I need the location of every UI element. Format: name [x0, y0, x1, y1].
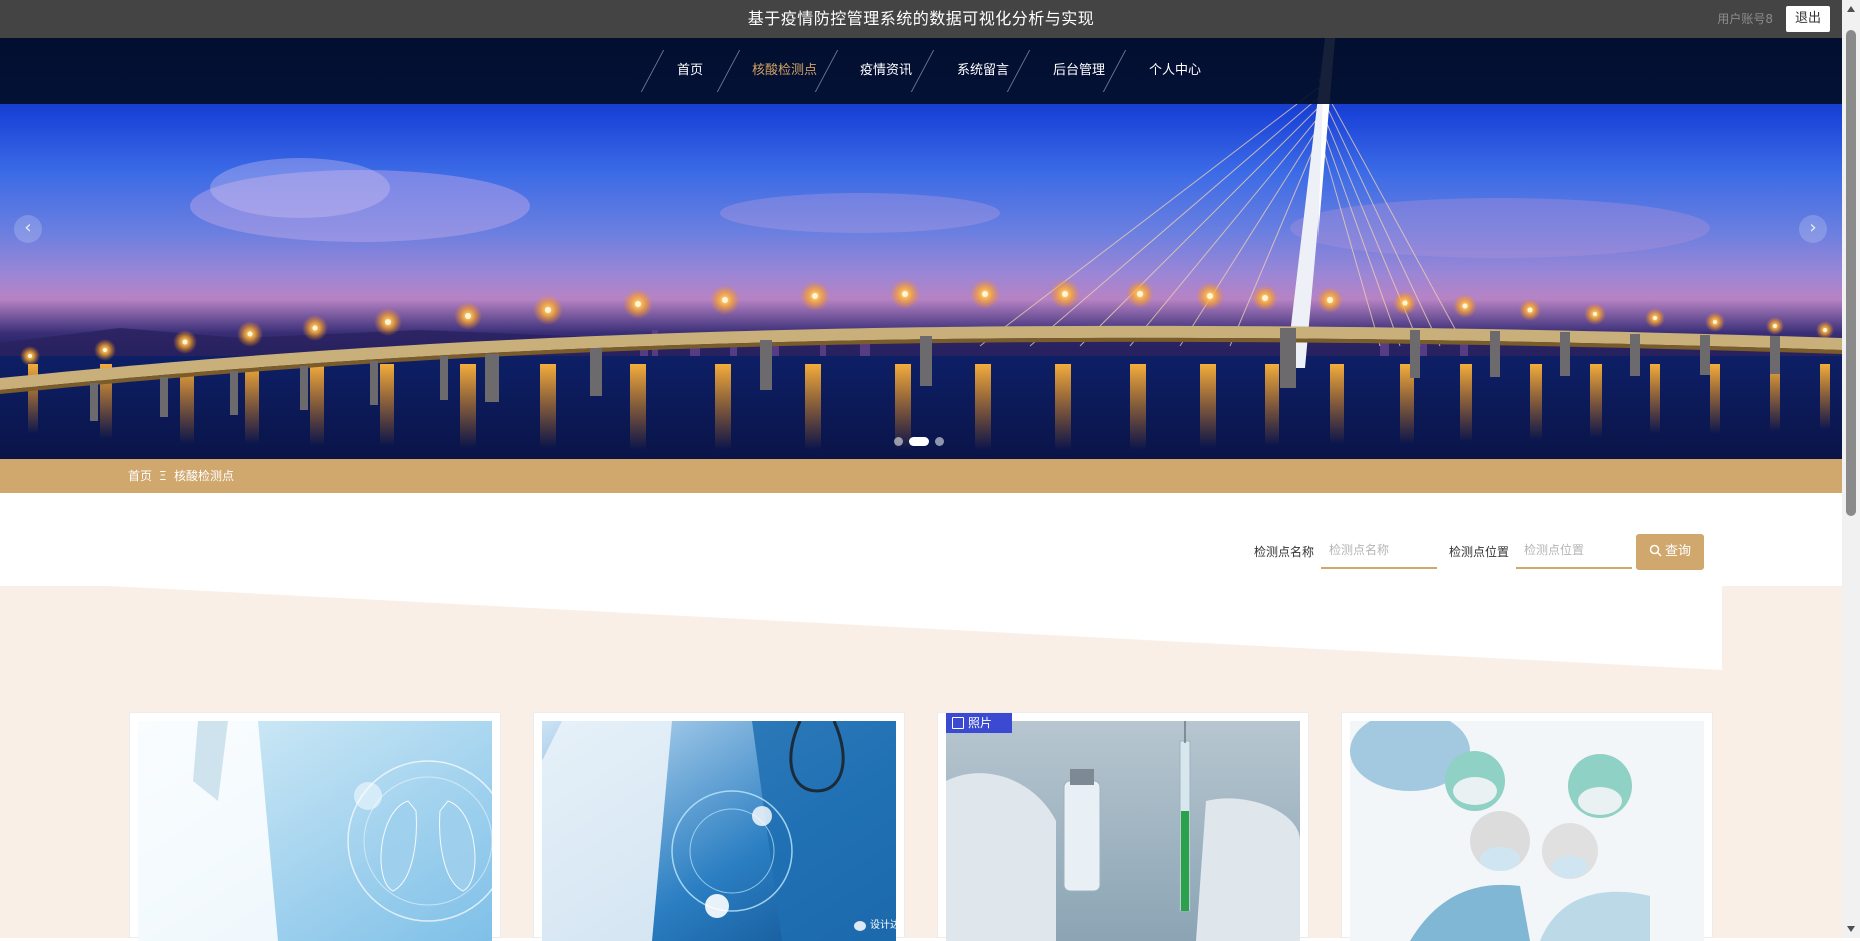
nav-item-messages[interactable]: 系统留言 — [957, 38, 1009, 104]
test-site-name-label: 检测点名称 — [1254, 545, 1315, 559]
image-icon — [952, 717, 964, 729]
carousel-prev-button[interactable]: ‹ — [14, 215, 42, 243]
card-image — [946, 721, 1300, 941]
search-icon — [1649, 544, 1662, 557]
card-image — [138, 721, 492, 941]
card-watermark: 设计达 — [870, 920, 900, 931]
logout-button[interactable]: 退出 — [1786, 6, 1830, 32]
nav-item-epidemic-news[interactable]: 疫情资讯 — [860, 38, 912, 104]
carousel-dot-active[interactable] — [909, 437, 929, 446]
test-site-location-label: 检测点位置 — [1449, 545, 1510, 559]
test-site-location-input[interactable] — [1516, 533, 1632, 569]
site-title: 基于疫情防控管理系统的数据可视化分析与实现 — [747, 9, 1095, 28]
breadcrumb-separator: Ξ — [159, 469, 167, 483]
nav-separator — [814, 50, 839, 92]
nav-separator — [1006, 50, 1031, 92]
scroll-thumb[interactable] — [1846, 30, 1856, 516]
test-site-card[interactable] — [129, 712, 501, 941]
test-site-card[interactable]: 设计达 — [533, 712, 905, 941]
breadcrumb-current: 核酸检测点 — [174, 469, 235, 483]
top-title-bar: 基于疫情防控管理系统的数据可视化分析与实现 用户账号8 退出 — [0, 0, 1842, 38]
doctor-digital-health-photo — [542, 721, 896, 941]
photo-tag-label: 照片 — [968, 716, 993, 730]
test-site-card[interactable]: 照片 — [937, 712, 1309, 941]
nav-separator — [1102, 50, 1127, 92]
doctor-lungs-photo — [138, 721, 492, 941]
scroll-up-arrow-icon[interactable] — [1847, 6, 1855, 12]
wechat-icon — [854, 921, 866, 931]
main-nav: 首页 核酸检测点 疫情资讯 系统留言 后台管理 个人中心 — [0, 38, 1842, 104]
nav-item-test-sites[interactable]: 核酸检测点 — [752, 38, 817, 104]
nav-item-home[interactable]: 首页 — [677, 38, 703, 104]
photo-tag: 照片 — [946, 713, 1012, 733]
search-button[interactable]: 查询 — [1636, 534, 1704, 570]
scroll-down-arrow-icon[interactable] — [1847, 926, 1855, 932]
nav-separator — [910, 50, 935, 92]
surgeons-team-photo — [1350, 721, 1704, 941]
breadcrumb-home[interactable]: 首页 — [128, 459, 152, 493]
nav-item-profile[interactable]: 个人中心 — [1149, 38, 1201, 104]
carousel-dot[interactable] — [894, 437, 903, 446]
breadcrumb: 首页 Ξ 核酸检测点 — [0, 459, 1842, 493]
carousel-next-button[interactable]: › — [1799, 215, 1827, 243]
search-button-label: 查询 — [1664, 544, 1691, 559]
vaccine-vial-syringe-photo — [946, 721, 1300, 941]
nav-item-admin[interactable]: 后台管理 — [1053, 38, 1105, 104]
nav-separator — [716, 50, 741, 92]
test-site-card[interactable] — [1341, 712, 1713, 941]
test-site-name-input[interactable] — [1321, 533, 1437, 569]
account-name: 用户账号8 — [1717, 12, 1773, 26]
decorative-wedge — [110, 586, 1722, 670]
card-image — [542, 721, 896, 941]
carousel-dot[interactable] — [935, 437, 944, 446]
card-image — [1350, 721, 1704, 941]
nav-separator — [640, 50, 665, 92]
page-scrollbar[interactable] — [1842, 0, 1860, 938]
